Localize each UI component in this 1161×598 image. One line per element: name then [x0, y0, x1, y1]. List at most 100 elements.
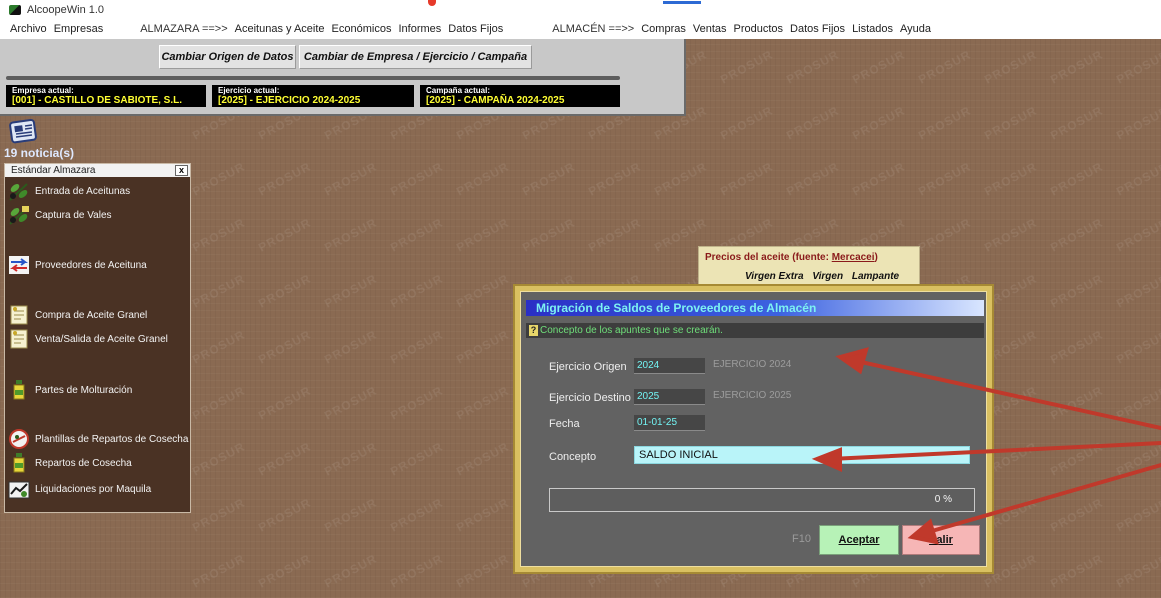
sidebar-item-compra-aceite-granel[interactable]: Compra de Aceite Granel: [7, 304, 147, 326]
newspaper-icon[interactable]: [8, 117, 40, 147]
watermark-text: PROSUR: [916, 103, 974, 143]
menu-listados[interactable]: Listados: [852, 23, 893, 35]
watermark-text: PROSUR: [718, 47, 776, 87]
decorative-mark: [428, 0, 436, 6]
oil-prices-source-link[interactable]: Mercacei: [832, 252, 875, 263]
sidebar-item-label: Plantillas de Repartos de Cosecha: [35, 433, 189, 445]
document-icon: [7, 304, 31, 326]
oil-prices-title: Precios del aceite (fuente: Mercacei): [705, 252, 913, 263]
watermark-text: PROSUR: [1048, 327, 1106, 367]
watermark-text: PROSUR: [190, 215, 248, 255]
watermark-text: PROSUR: [586, 159, 644, 199]
exit-button[interactable]: Salir: [902, 525, 980, 555]
destination-year-description: EJERCICIO 2025: [713, 390, 792, 401]
menu-datos-fijos-almazara[interactable]: Datos Fijos: [448, 23, 503, 35]
harvest-template-icon: [7, 428, 31, 450]
watermark-text: PROSUR: [388, 271, 446, 311]
watermark-text: PROSUR: [256, 551, 314, 591]
menu-ventas[interactable]: Ventas: [693, 23, 727, 35]
help-icon: ?: [529, 325, 538, 336]
olive-branch-icon: [7, 180, 31, 202]
watermark-text: PROSUR: [388, 383, 446, 423]
watermark-text: PROSUR: [1048, 439, 1106, 479]
watermark-text: PROSUR: [1114, 495, 1161, 535]
menu-economicos[interactable]: Económicos: [332, 23, 392, 35]
current-company-value: [001] - CASTILLO DE SABIOTE, S.L.: [12, 95, 183, 106]
destination-year-field[interactable]: 2025: [634, 389, 705, 405]
accept-button[interactable]: Aceptar: [819, 525, 899, 555]
current-company-box: Empresa actual: [001] - CASTILLO DE SABI…: [6, 85, 206, 107]
dialog-title: Migración de Saldos de Proveedores de Al…: [526, 300, 984, 316]
sidebar-item-repartos-cosecha[interactable]: Repartos de Cosecha: [7, 452, 132, 474]
watermark-text: PROSUR: [256, 495, 314, 535]
watermark-text: PROSUR: [784, 47, 842, 87]
menu-empresas[interactable]: Empresas: [54, 23, 104, 35]
origin-year-field[interactable]: 2024: [634, 358, 705, 374]
decorative-mark: [663, 1, 701, 4]
menu-aceitunas-aceite[interactable]: Aceitunas y Aceite: [235, 23, 325, 35]
dialog-hint-text: Concepto de los apuntes que se crearán.: [540, 325, 723, 336]
menu-ayuda[interactable]: Ayuda: [900, 23, 931, 35]
watermark-text: PROSUR: [256, 439, 314, 479]
sidebar-item-entrada-aceitunas[interactable]: Entrada de Aceitunas: [7, 180, 130, 202]
watermark-text: PROSUR: [256, 271, 314, 311]
watermark-text: PROSUR: [520, 215, 578, 255]
sidebar-item-partes-molturacion[interactable]: Partes de Molturación: [7, 379, 132, 401]
origin-year-description: EJERCICIO 2024: [713, 359, 792, 370]
menu-datos-fijos-almacen[interactable]: Datos Fijos: [790, 23, 845, 35]
watermark-text: PROSUR: [190, 551, 248, 591]
watermark-text: PROSUR: [1048, 495, 1106, 535]
document-icon: [7, 328, 31, 350]
menu-archivo[interactable]: Archivo: [10, 23, 47, 35]
watermark-text: PROSUR: [454, 159, 512, 199]
menu-informes[interactable]: Informes: [398, 23, 441, 35]
watermark-text: PROSUR: [1114, 271, 1161, 311]
sidebar-item-captura-vales[interactable]: Captura de Vales: [7, 204, 112, 226]
watermark-text: PROSUR: [454, 271, 512, 311]
close-icon[interactable]: x: [175, 165, 188, 176]
sidebar-item-proveedores-aceituna[interactable]: Proveedores de Aceituna: [7, 254, 147, 276]
watermark-text: PROSUR: [916, 159, 974, 199]
watermark-text: PROSUR: [190, 327, 248, 367]
watermark-text: PROSUR: [388, 495, 446, 535]
watermark-text: PROSUR: [982, 103, 1040, 143]
watermark-text: PROSUR: [1048, 271, 1106, 311]
date-field[interactable]: 01-01-25: [634, 415, 705, 431]
dialog-hint-bar: ? Concepto de los apuntes que se crearán…: [526, 323, 984, 338]
watermark-text: PROSUR: [322, 159, 380, 199]
watermark-text: PROSUR: [454, 215, 512, 255]
sidebar-item-label: Venta/Salida de Aceite Granel: [35, 333, 168, 345]
watermark-text: PROSUR: [190, 159, 248, 199]
settlement-icon: [7, 478, 31, 500]
watermark-text: PROSUR: [586, 215, 644, 255]
news-count[interactable]: 19 noticia(s): [4, 146, 74, 160]
sidebar-item-venta-salida-aceite-granel[interactable]: Venta/Salida de Aceite Granel: [7, 328, 168, 350]
watermark-text: PROSUR: [322, 551, 380, 591]
watermark-text: PROSUR: [652, 159, 710, 199]
change-origin-button[interactable]: Cambiar Origen de Datos: [159, 45, 296, 69]
transfer-arrows-icon: [7, 254, 31, 276]
menu-bar: Archivo Empresas ALMAZARA ==>> Aceitunas…: [0, 19, 1161, 39]
change-company-button[interactable]: Cambiar de Empresa / Ejercicio / Campaña: [299, 45, 532, 69]
concept-input[interactable]: SALDO INICIAL: [634, 446, 970, 464]
menu-compras[interactable]: Compras: [641, 23, 686, 35]
dialog-body: Migración de Saldos de Proveedores de Al…: [520, 291, 987, 567]
watermark-text: PROSUR: [1048, 215, 1106, 255]
sidebar-item-label: Captura de Vales: [35, 209, 112, 221]
sidebar-item-label: Entrada de Aceitunas: [35, 185, 131, 197]
watermark-text: PROSUR: [190, 271, 248, 311]
watermark-text: PROSUR: [982, 159, 1040, 199]
menu-section-almacen: ALMACÉN ==>>: [552, 23, 635, 35]
shortcut-hint: F10: [792, 533, 811, 545]
sidebar-item-liquidaciones-maquila[interactable]: Liquidaciones por Maquila: [7, 478, 151, 500]
sidebar-item-plantillas-repartos[interactable]: Plantillas de Repartos de Cosecha: [7, 428, 188, 450]
menu-productos[interactable]: Productos: [734, 23, 784, 35]
watermark-text: PROSUR: [1114, 551, 1161, 591]
title-bar: AlcoopeWin 1.0: [0, 0, 1161, 19]
progress-percent: 0 %: [934, 494, 952, 505]
current-year-label: Ejercicio actual:: [218, 86, 280, 95]
watermark-text: PROSUR: [454, 551, 512, 591]
destination-year-label: Ejercicio Destino: [549, 392, 631, 404]
menu-section-almazara: ALMAZARA ==>>: [140, 23, 228, 35]
watermark-text: PROSUR: [322, 271, 380, 311]
